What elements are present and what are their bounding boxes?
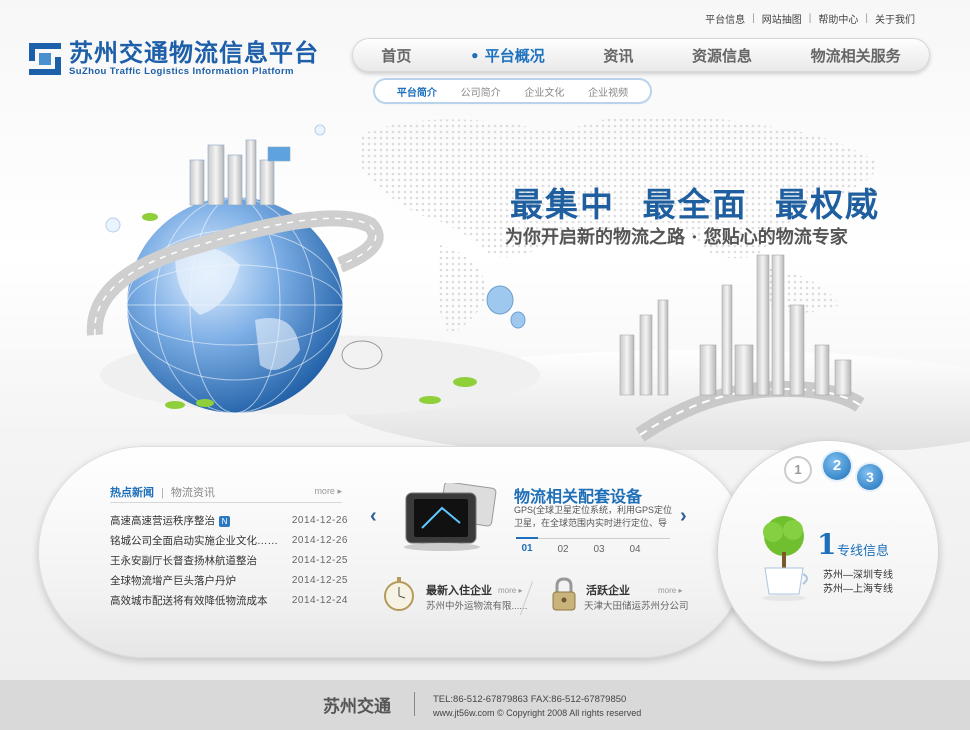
top-link-sitemap[interactable]: 网站抽图 — [762, 11, 802, 26]
news-item[interactable]: 高速高速营运秩序整治 N 2014-12-26 — [110, 512, 348, 532]
padlock-icon — [552, 577, 576, 611]
footer-contact: TEL:86-512-67879863 FAX:86-512-67879850 — [433, 694, 627, 705]
page: 平台信息 | 网站抽图 | 帮助中心 | 关于我们 苏州交通物流信息平台 SuZ… — [0, 0, 970, 730]
top-link-platform-info[interactable]: 平台信息 — [705, 11, 745, 26]
nav-platform-overview[interactable]: • 平台概况 — [470, 45, 545, 66]
more-label: more — [498, 586, 517, 595]
news-title: 王永安副厅长督查扬林航道整治 — [110, 555, 257, 567]
news-date: 2014-12-26 — [291, 515, 348, 526]
more-label: more — [314, 486, 335, 496]
news-tabs: 热点新闻 | 物流资讯 more ▸ — [110, 484, 342, 503]
news-date: 2014-12-25 — [291, 555, 348, 566]
more-arrow-icon: ▸ — [337, 486, 342, 496]
banner-slogan-main: 最集中 最全面 最权威 — [510, 185, 880, 224]
pager-page[interactable]: 04 — [624, 544, 646, 555]
news-item[interactable]: 全球物流增产巨头落户丹炉 2014-12-25 — [110, 572, 348, 592]
step-3-button[interactable]: 3 — [857, 464, 883, 490]
site-logo[interactable]: 苏州交通物流信息平台 SuZhou Traffic Logistics Info… — [27, 40, 319, 77]
news-title: 高速高速营运秩序整治 — [110, 515, 215, 527]
sub-nav: 平台简介 公司简介 企业文化 企业视频 — [375, 80, 650, 102]
new-enterprise-more-link[interactable]: more ▸ — [498, 586, 522, 595]
subnav-culture[interactable]: 企业文化 — [524, 84, 564, 99]
route-item[interactable]: 苏州—深圳专线 — [823, 566, 893, 581]
subnav-video[interactable]: 企业视频 — [588, 84, 628, 99]
footer-copyright: www.jt56w.com © Copyright 2008 All right… — [433, 708, 642, 718]
carousel-pager: 01 02 03 04 — [516, 537, 670, 555]
pocket-watch-icon — [384, 577, 414, 611]
pager-page[interactable]: 02 — [552, 544, 574, 555]
new-enterprise-label: 最新入住企业 — [426, 585, 492, 597]
equipment-description: GPS(全球卫星定位系统，利用GPS定位卫星，在全球范围内实时进行定位、导航 — [514, 505, 673, 528]
news-date: 2014-12-26 — [291, 535, 348, 546]
news-date: 2014-12-25 — [291, 575, 348, 586]
pager-page[interactable]: 03 — [588, 544, 610, 555]
news-title: 全球物流增产巨头落户丹炉 — [110, 575, 236, 587]
step-1-button[interactable]: 1 — [786, 458, 810, 482]
nav-news[interactable]: 资讯 — [603, 45, 633, 66]
news-list: 高速高速营运秩序整治 N 2014-12-26 铭城公司全面启动实施企业文化…… … — [110, 512, 348, 612]
logo-mark-icon — [29, 42, 61, 75]
separator: | — [808, 13, 812, 24]
nav-resources[interactable]: 资源信息 — [692, 45, 752, 66]
news-item[interactable]: 铭城公司全面启动实施企业文化…… 2014-12-26 — [110, 532, 348, 552]
more-label: more — [658, 586, 677, 595]
news-item[interactable]: 王永安副厅长督查扬林航道整治 2014-12-25 — [110, 552, 348, 572]
gps-device-image — [404, 483, 497, 551]
banner-slogan-sub: 为你开启新的物流之路 · 您贴心的物流专家 — [505, 227, 848, 248]
line-number: 1 — [817, 528, 837, 561]
logo-subtitle: SuZhou Traffic Logistics Information Pla… — [69, 66, 294, 77]
more-arrow-icon: ▸ — [518, 586, 523, 595]
carousel-prev-button[interactable]: ‹ — [370, 505, 377, 528]
potted-plant-image — [762, 516, 808, 601]
subnav-company-intro[interactable]: 公司简介 — [461, 84, 501, 99]
banner-illustration — [86, 116, 970, 450]
tab-logistics-news[interactable]: 物流资讯 — [171, 487, 215, 499]
new-badge: N — [219, 515, 230, 527]
separator: | — [161, 487, 164, 499]
logo-title: 苏州交通物流信息平台 — [69, 38, 319, 67]
separator: | — [865, 13, 868, 24]
top-link-about[interactable]: 关于我们 — [875, 11, 915, 26]
pager-page[interactable]: 01 — [516, 537, 538, 555]
news-title: 高效城市配送将有效降低物流成本 — [110, 595, 268, 607]
divider — [414, 692, 415, 716]
subnav-platform-intro[interactable]: 平台简介 — [397, 84, 437, 99]
footer: 苏州交通 TEL:86-512-67879863 FAX:86-512-6787… — [0, 680, 970, 730]
top-links: 平台信息 | 网站抽图 | 帮助中心 | 关于我们 — [705, 11, 915, 26]
route-item[interactable]: 苏州—上海专线 — [823, 580, 893, 595]
footer-brand: 苏州交通 — [323, 697, 391, 717]
nav-home[interactable]: 首页 — [381, 45, 411, 66]
more-arrow-icon: ▸ — [678, 586, 683, 595]
tab-hot-news[interactable]: 热点新闻 — [110, 487, 154, 499]
news-more-link[interactable]: more ▸ — [314, 486, 342, 497]
active-enterprise-more-link[interactable]: more ▸ — [658, 586, 682, 595]
separator: | — [752, 13, 755, 24]
main-nav: 首页 • 平台概况 资讯 资源信息 物流相关服务 — [352, 38, 930, 72]
active-enterprise-name[interactable]: 天津大田储运苏州分公司 — [584, 598, 689, 612]
news-title: 铭城公司全面启动实施企业文化…… — [110, 535, 278, 547]
news-date: 2014-12-24 — [291, 595, 348, 606]
step-2-button[interactable]: 2 — [823, 452, 851, 480]
nav-logistics-services[interactable]: 物流相关服务 — [811, 45, 901, 66]
active-enterprise-label: 活跃企业 — [586, 585, 630, 597]
top-link-help[interactable]: 帮助中心 — [818, 11, 858, 26]
carousel-next-button[interactable]: › — [680, 505, 687, 528]
news-item[interactable]: 高效城市配送将有效降低物流成本 2014-12-24 — [110, 592, 348, 612]
new-enterprise-name[interactable]: 苏州中外运物流有限...... — [426, 598, 527, 612]
line-info-title: 专线信息 — [837, 543, 890, 558]
